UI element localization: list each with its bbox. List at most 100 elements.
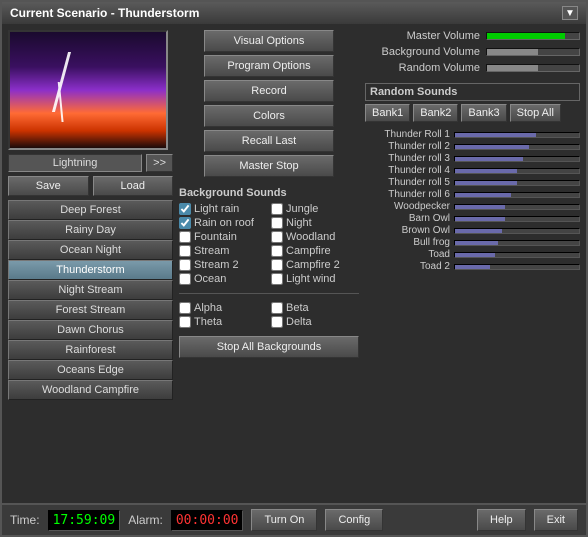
bg-sound-item-stream: Stream (179, 245, 267, 257)
time-value: 17:59:09 (48, 510, 121, 531)
brain-sound-label: Beta (286, 302, 309, 314)
random-volume-slider[interactable] (486, 64, 580, 72)
scenario-btn-woodland-campfire[interactable]: Woodland Campfire (8, 380, 173, 400)
bg-sound-checkbox-stream[interactable] (179, 245, 191, 257)
random-sounds-label: Random Sounds (365, 83, 580, 101)
scenario-btn-forest-stream[interactable]: Forest Stream (8, 300, 173, 320)
sound-volume-slider[interactable] (454, 132, 580, 138)
bg-sound-checkbox-campfire-2[interactable] (271, 259, 283, 271)
sound-row: Thunder roll 5 (365, 177, 580, 188)
bank2-button[interactable]: Bank2 (413, 104, 458, 122)
separator1 (179, 293, 359, 294)
arrow-button[interactable]: >> (146, 154, 173, 172)
bg-sound-checkbox-fountain[interactable] (179, 231, 191, 243)
brain-sound-checkbox-delta[interactable] (271, 316, 283, 328)
bg-volume-slider[interactable] (486, 48, 580, 56)
visual-options-button[interactable]: Visual Options (204, 30, 334, 52)
stop-all-random-button[interactable]: Stop All (510, 104, 561, 122)
bg-sound-checkbox-ocean[interactable] (179, 273, 191, 285)
bg-sound-item-campfire: Campfire (271, 245, 359, 257)
brain-sound-label: Alpha (194, 302, 222, 314)
sound-row: Woodpecker (365, 201, 580, 212)
middle-panel: Visual Options Program Options Record Co… (179, 30, 359, 497)
random-volume-label: Random Volume (365, 62, 480, 74)
bg-sound-checkbox-stream-2[interactable] (179, 259, 191, 271)
sound-volume-slider[interactable] (454, 240, 580, 246)
bank1-button[interactable]: Bank1 (365, 104, 410, 122)
bg-volume-label: Background Volume (365, 46, 480, 58)
scenario-btn-rainforest[interactable]: Rainforest (8, 340, 173, 360)
sound-volume-slider[interactable] (454, 204, 580, 210)
sound-name: Bull frog (365, 237, 450, 248)
bg-sound-checkbox-light-rain[interactable] (179, 203, 191, 215)
bg-sound-label: Ocean (194, 273, 226, 285)
sound-name: Thunder roll 3 (365, 153, 450, 164)
left-panel: Lightning >> Save Load Deep ForestRainy … (8, 30, 173, 497)
preview-label: Lightning (8, 154, 142, 172)
brain-sounds-grid: AlphaBetaThetaDelta (179, 302, 359, 328)
scenario-btn-dawn-chorus[interactable]: Dawn Chorus (8, 320, 173, 340)
scenario-btn-oceans-edge[interactable]: Oceans Edge (8, 360, 173, 380)
scenario-btn-ocean-night[interactable]: Ocean Night (8, 240, 173, 260)
colors-button[interactable]: Colors (204, 105, 334, 127)
recall-last-button[interactable]: Recall Last (204, 130, 334, 152)
preview-box (8, 30, 168, 150)
sound-volume-slider[interactable] (454, 228, 580, 234)
bg-sound-checkbox-campfire[interactable] (271, 245, 283, 257)
sound-volume-fill (455, 169, 517, 173)
bg-sound-checkbox-woodland[interactable] (271, 231, 283, 243)
sound-name: Thunder roll 5 (365, 177, 450, 188)
scenario-btn-deep-forest[interactable]: Deep Forest (8, 200, 173, 220)
bank3-button[interactable]: Bank3 (461, 104, 506, 122)
save-button[interactable]: Save (8, 176, 89, 196)
sound-volume-slider[interactable] (454, 192, 580, 198)
record-button[interactable]: Record (204, 80, 334, 102)
right-panel: Master Volume Background Volume Random V… (365, 30, 580, 497)
sound-volume-slider[interactable] (454, 216, 580, 222)
minimize-button[interactable]: ▼ (562, 6, 578, 20)
bg-sound-checkbox-jungle[interactable] (271, 203, 283, 215)
scenario-btn-rainy-day[interactable]: Rainy Day (8, 220, 173, 240)
bg-sound-item-light-rain: Light rain (179, 203, 267, 215)
bg-sound-label: Light wind (286, 273, 336, 285)
bg-sound-checkbox-rain-on-roof[interactable] (179, 217, 191, 229)
sound-volume-slider[interactable] (454, 156, 580, 162)
bg-sound-checkbox-light-wind[interactable] (271, 273, 283, 285)
bg-sound-item-jungle: Jungle (271, 203, 359, 215)
load-button[interactable]: Load (93, 176, 174, 196)
sound-volume-fill (455, 217, 505, 221)
turn-on-button[interactable]: Turn On (251, 509, 317, 531)
program-options-button[interactable]: Program Options (204, 55, 334, 77)
config-button[interactable]: Config (325, 509, 383, 531)
stop-all-backgrounds-button[interactable]: Stop All Backgrounds (179, 336, 359, 358)
help-button[interactable]: Help (477, 509, 526, 531)
scenario-btn-night-stream[interactable]: Night Stream (8, 280, 173, 300)
sound-name: Barn Owl (365, 213, 450, 224)
bg-sound-label: Light rain (194, 203, 239, 215)
brain-sound-checkbox-alpha[interactable] (179, 302, 191, 314)
bg-sound-label: Fountain (194, 231, 237, 243)
brain-sound-checkbox-theta[interactable] (179, 316, 191, 328)
sound-volume-fill (455, 193, 511, 197)
brain-sound-item-beta: Beta (271, 302, 359, 314)
sound-volume-slider[interactable] (454, 144, 580, 150)
top-buttons: Visual Options Program Options Record Co… (179, 30, 359, 177)
sound-volume-slider[interactable] (454, 168, 580, 174)
sound-row: Thunder roll 2 (365, 141, 580, 152)
scenario-btn-thunderstorm[interactable]: Thunderstorm (8, 260, 173, 280)
master-volume-row: Master Volume (365, 30, 580, 42)
bg-sound-checkbox-night[interactable] (271, 217, 283, 229)
exit-button[interactable]: Exit (534, 509, 578, 531)
brain-sound-checkbox-beta[interactable] (271, 302, 283, 314)
sound-name: Woodpecker (365, 201, 450, 212)
sound-volume-slider[interactable] (454, 180, 580, 186)
sound-volume-slider[interactable] (454, 252, 580, 258)
sound-name: Thunder Roll 1 (365, 129, 450, 140)
master-volume-slider[interactable] (486, 32, 580, 40)
bg-sound-item-campfire-2: Campfire 2 (271, 259, 359, 271)
alarm-label: Alarm: (128, 513, 163, 527)
master-stop-button[interactable]: Master Stop (204, 155, 334, 177)
sound-volume-fill (455, 205, 505, 209)
sound-volume-slider[interactable] (454, 264, 580, 270)
sound-row: Thunder roll 6 (365, 189, 580, 200)
